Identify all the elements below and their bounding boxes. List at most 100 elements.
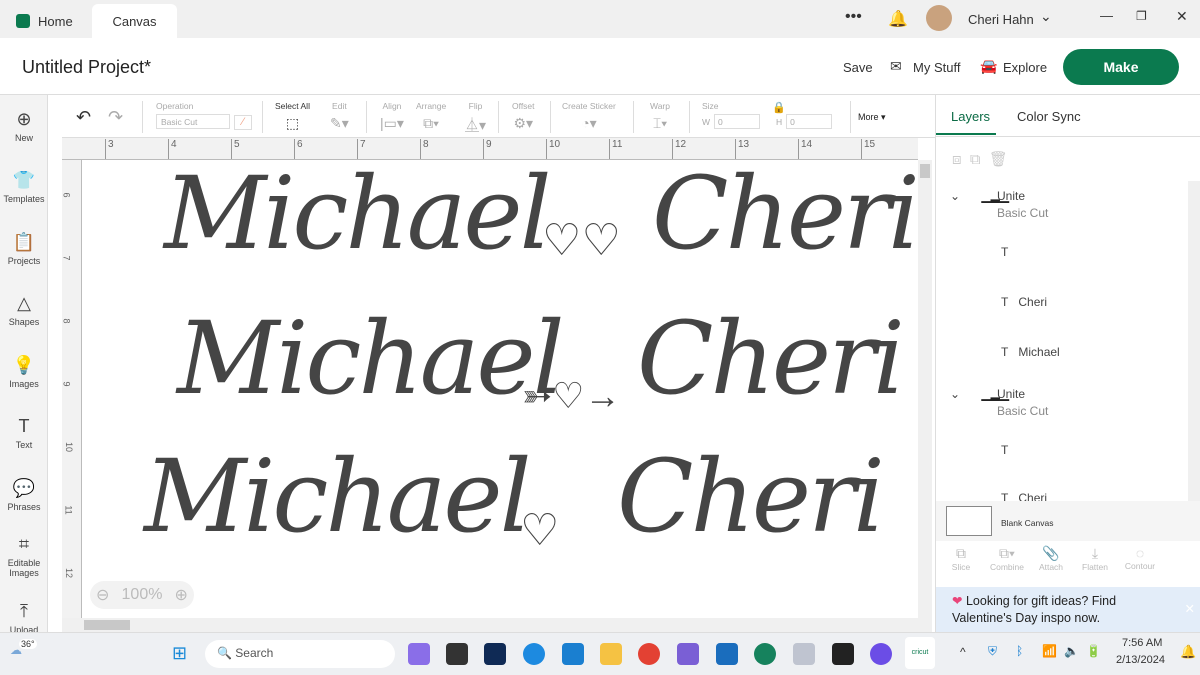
create-sticker-button[interactable]: Create Sticker ◔▾ (562, 101, 616, 132)
text-cheri[interactable]: Cheri (637, 300, 905, 417)
chevron-up-icon[interactable]: ^ (960, 645, 966, 659)
layer-item[interactable]: T Cheri (1001, 295, 1186, 309)
outlook-icon[interactable] (716, 643, 738, 665)
restore-icon[interactable]: ❐ (1136, 9, 1147, 23)
close-icon[interactable]: ✕ (1185, 601, 1195, 618)
windows-start-icon[interactable]: ⊞ (172, 643, 187, 664)
sidebar-item-shapes[interactable]: △ Shapes (0, 280, 48, 342)
sidebar-item-new[interactable]: ⊕ New (0, 95, 48, 157)
flip-button[interactable]: Flip ⏅▾ (465, 101, 486, 135)
user-name[interactable]: Cheri Hahn (968, 12, 1034, 27)
project-title[interactable]: Untitled Project* (22, 57, 151, 78)
combine-button[interactable]: ⧉▾ Combine (986, 545, 1028, 572)
pen-color-icon[interactable]: ⁄ (234, 115, 252, 130)
redo-icon[interactable]: ↷ (108, 107, 123, 128)
design-canvas[interactable]: Michael ♡♡ Cheri Michael ➳♡→ Cheri Micha… (82, 160, 918, 618)
zoom-in-icon[interactable]: ⊕ (175, 585, 188, 605)
notification-icon[interactable]: 🔔 (1180, 644, 1196, 660)
layers-scrollbar[interactable] (1188, 181, 1200, 501)
minimize-icon[interactable]: — (1100, 8, 1113, 23)
layer-item[interactable]: T (1001, 443, 1186, 457)
width-input[interactable]: 0 (714, 114, 761, 129)
contour-button[interactable]: ◌ Contour (1116, 545, 1164, 572)
canva-icon[interactable] (870, 643, 892, 665)
copilot-icon[interactable] (408, 643, 430, 665)
sidebar-item-images[interactable]: 💡 Images (0, 341, 48, 403)
blank-canvas-row[interactable]: Blank Canvas (936, 501, 1200, 541)
text-michael[interactable]: Michael (177, 300, 565, 417)
arrow-heart-icon[interactable]: ➳♡→ (522, 375, 620, 417)
slice-button[interactable]: ⧉ Slice (936, 545, 986, 572)
group-icon[interactable]: ⧈ ⧉ 🗑 (952, 150, 1008, 168)
layer-item[interactable]: T (1001, 245, 1186, 259)
layer-group[interactable]: ⌄ ▁▂▁ Unite Basic Cut (936, 387, 1186, 418)
more-button[interactable]: More ▾ (858, 112, 886, 123)
close-icon[interactable]: ✕ (1176, 8, 1188, 25)
heart-ampersand-icon[interactable]: ♡ (520, 505, 559, 556)
sidebar-item-templates[interactable]: 👕 Templates (0, 157, 48, 219)
layer-item[interactable]: T Cheri (1001, 491, 1186, 501)
tab-layers[interactable]: Layers (951, 109, 990, 124)
undo-icon[interactable]: ↶ (76, 107, 91, 128)
sidebar-item-text[interactable]: T Text (0, 403, 48, 465)
text-cheri[interactable]: Cheri (652, 160, 918, 272)
operation-select[interactable]: Basic Cut (156, 114, 230, 129)
hearts-icon[interactable]: ♡♡ (542, 215, 621, 266)
tab-canvas[interactable]: Canvas (92, 4, 177, 38)
save-button[interactable]: Save (843, 60, 873, 75)
tab-color-sync[interactable]: Color Sync (1017, 109, 1081, 124)
horizontal-scrollbar[interactable] (62, 618, 932, 632)
text-cheri[interactable]: Cheri (617, 438, 885, 555)
lock-icon[interactable]: 🔒 (772, 101, 786, 114)
tab-home[interactable]: Home (0, 4, 89, 38)
clock-time[interactable]: 7:56 AM (1122, 637, 1162, 649)
chevron-down-icon[interactable]: ⌄ (1040, 8, 1052, 25)
warp-button[interactable]: Warp ⌶▾ (650, 101, 670, 132)
m365-icon[interactable] (677, 643, 699, 665)
arrange-button[interactable]: Arrange ⧉▾ (416, 101, 446, 132)
select-all-button[interactable]: Select All ⬚ (275, 101, 310, 132)
edge-icon[interactable] (523, 643, 545, 665)
promo-banner[interactable]: ❤ Looking for gift ideas? Find Valentine… (936, 587, 1200, 632)
sidebar-item-phrases[interactable]: 💬 Phrases (0, 464, 48, 526)
align-button[interactable]: Align |▭▾ (380, 101, 404, 132)
chrome-icon[interactable] (638, 643, 660, 665)
app-icon[interactable] (484, 643, 506, 665)
offset-button[interactable]: Offset ⚙▾ (512, 101, 535, 132)
layer-operation: Basic Cut (997, 404, 1049, 418)
grammarly-icon[interactable] (754, 643, 776, 665)
make-button[interactable]: Make (1063, 49, 1179, 85)
project-header: Untitled Project* Save ✉ My Stuff 🚘 Expl… (0, 38, 1200, 95)
zoom-out-icon[interactable]: ⊖ (96, 585, 109, 605)
bell-icon[interactable]: 🔔 (888, 9, 908, 29)
edit-button[interactable]: Edit ✎▾ (330, 101, 349, 132)
task-view-icon[interactable] (446, 643, 468, 665)
layer-group[interactable]: ⌄ ▁▂▁ Unite Basic Cut (936, 189, 1186, 220)
text-michael[interactable]: Michael (144, 438, 532, 555)
wifi-icon[interactable]: 📶 (1042, 644, 1057, 658)
warp-label: Warp (650, 101, 670, 111)
mail-icon[interactable] (562, 643, 584, 665)
flatten-button[interactable]: ⤓ Flatten (1074, 545, 1116, 572)
my-stuff-button[interactable]: My Stuff (913, 60, 960, 75)
attach-button[interactable]: 📎 Attach (1028, 545, 1074, 572)
vertical-scrollbar[interactable] (918, 160, 932, 618)
height-input[interactable]: 0 (786, 114, 833, 129)
bluetooth-icon[interactable]: ᛒ (1016, 644, 1023, 658)
search-bar[interactable]: 🔍 Search (205, 640, 395, 668)
defender-icon[interactable]: ⛨ (988, 644, 997, 659)
file-explorer-icon[interactable] (600, 643, 622, 665)
explore-button[interactable]: Explore (1003, 60, 1047, 75)
more-icon[interactable]: ••• (845, 8, 862, 26)
sidebar-item-projects[interactable]: 📋 Projects (0, 218, 48, 280)
sidebar-item-editable-images[interactable]: ⌗ Editable Images (0, 526, 48, 588)
cricut-icon[interactable]: cricut (905, 637, 935, 669)
battery-icon[interactable]: 🔋 (1086, 644, 1101, 658)
avatar[interactable] (926, 5, 952, 31)
volume-icon[interactable]: 🔈 (1064, 644, 1079, 658)
inkscape-icon[interactable] (832, 643, 854, 665)
clock-date[interactable]: 2/13/2024 (1116, 654, 1165, 666)
layer-item[interactable]: T Michael (1001, 345, 1186, 359)
app-icon[interactable] (793, 643, 815, 665)
text-michael[interactable]: Michael (164, 160, 552, 272)
